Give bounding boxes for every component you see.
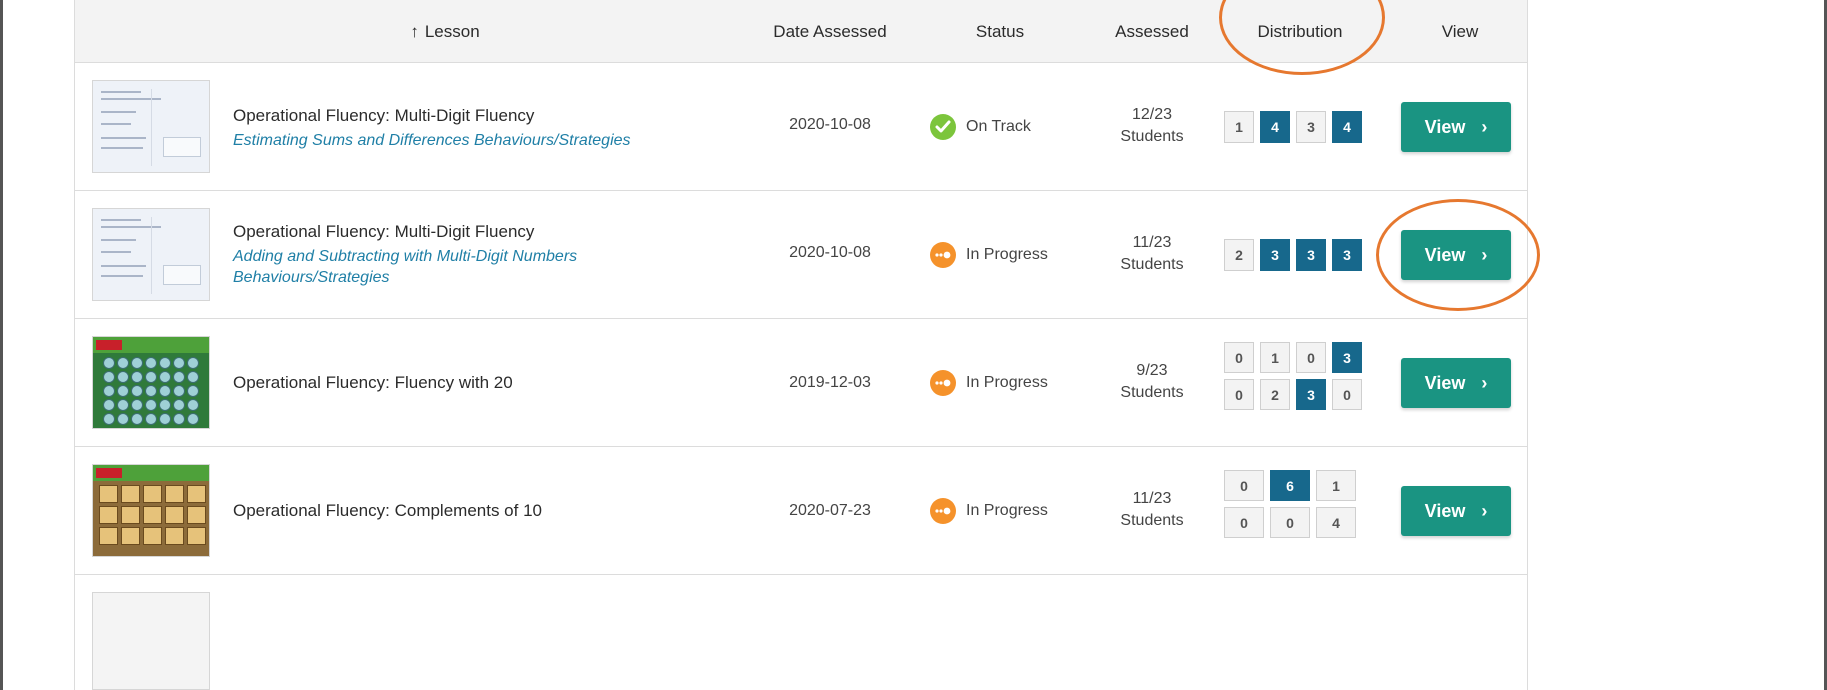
assessed-ratio: 11/23 bbox=[1132, 234, 1172, 251]
lesson-title: Operational Fluency: Fluency with 20 bbox=[233, 373, 513, 392]
lesson-title: Operational Fluency: Multi-Digit Fluency bbox=[233, 222, 535, 241]
chevron-right-icon: › bbox=[1481, 372, 1488, 393]
lessons-table: ↑ Lesson Date Assessed Status Assessed Di… bbox=[74, 0, 1528, 690]
column-header-view: View bbox=[1441, 22, 1479, 41]
distribution-grid: 2 3 3 3 bbox=[1224, 239, 1362, 271]
lesson-thumbnail bbox=[92, 336, 210, 429]
assessed-count: 11/23 Students bbox=[1097, 232, 1207, 276]
progress-dots-icon bbox=[930, 498, 956, 524]
table-row: Operational Fluency: Complements of 10 2… bbox=[75, 447, 1527, 575]
view-button[interactable]: View › bbox=[1401, 102, 1511, 152]
distribution-cell[interactable]: 3 bbox=[1296, 379, 1326, 410]
view-button[interactable]: View › bbox=[1401, 358, 1511, 408]
assessed-count: 9/23 Students bbox=[1097, 360, 1207, 404]
table-row: Operational Fluency: Multi-Digit Fluency… bbox=[75, 63, 1527, 191]
distribution-grid: 0 1 0 3 0 2 3 0 bbox=[1224, 342, 1362, 410]
screenshot-frame: ↑ Lesson Date Assessed Status Assessed Di… bbox=[0, 0, 1827, 690]
progress-dots-icon bbox=[930, 370, 956, 396]
table-row: Operational Fluency: Multi-Digit Fluency… bbox=[75, 191, 1527, 319]
view-button-label: View bbox=[1424, 372, 1466, 393]
date-assessed: 2020-10-08 bbox=[789, 116, 871, 133]
status: On Track bbox=[930, 114, 1031, 140]
sort-up-arrow-icon: ↑ bbox=[410, 22, 419, 41]
distribution-cell[interactable]: 0 bbox=[1224, 342, 1254, 373]
distribution-cell[interactable]: 3 bbox=[1296, 239, 1326, 271]
distribution-cell[interactable]: 2 bbox=[1224, 239, 1254, 271]
annotation-circle-view-button bbox=[1376, 199, 1540, 311]
distribution-cell[interactable]: 1 bbox=[1316, 470, 1356, 501]
chevron-right-icon: › bbox=[1481, 500, 1488, 521]
distribution-cell[interactable]: 6 bbox=[1270, 470, 1310, 501]
status: In Progress bbox=[930, 242, 1048, 268]
assessed-students-label: Students bbox=[1120, 128, 1184, 145]
distribution-cell[interactable]: 4 bbox=[1260, 111, 1290, 143]
lesson-thumbnail bbox=[92, 208, 210, 301]
assessed-students-label: Students bbox=[1120, 512, 1184, 529]
distribution-cell[interactable]: 3 bbox=[1296, 111, 1326, 143]
distribution-cell[interactable]: 3 bbox=[1332, 239, 1362, 271]
distribution-cell[interactable]: 0 bbox=[1224, 379, 1254, 410]
view-button[interactable]: View › bbox=[1401, 486, 1511, 536]
distribution-cell[interactable]: 4 bbox=[1332, 111, 1362, 143]
status-label: In Progress bbox=[966, 502, 1048, 519]
lesson-thumbnail bbox=[92, 592, 210, 690]
distribution-grid: 1 4 3 4 bbox=[1224, 111, 1362, 143]
assessed-ratio: 11/23 bbox=[1132, 490, 1172, 507]
date-assessed: 2020-07-23 bbox=[789, 502, 871, 519]
distribution-cell[interactable]: 4 bbox=[1316, 507, 1356, 538]
status-label: On Track bbox=[966, 118, 1031, 135]
status: In Progress bbox=[930, 370, 1048, 396]
frame-border-left bbox=[0, 0, 3, 690]
status-label: In Progress bbox=[966, 246, 1048, 263]
lesson-thumbnail bbox=[92, 80, 210, 173]
check-icon bbox=[930, 114, 956, 140]
distribution-cell[interactable]: 0 bbox=[1332, 379, 1362, 410]
status-label: In Progress bbox=[966, 374, 1048, 391]
status: In Progress bbox=[930, 498, 1048, 524]
column-header-assessed[interactable]: Assessed bbox=[1097, 0, 1207, 63]
chevron-right-icon: › bbox=[1481, 116, 1488, 137]
column-header-lesson[interactable]: ↑ Lesson bbox=[345, 0, 545, 63]
table-row: Operational Fluency: Fluency with 20 201… bbox=[75, 319, 1527, 447]
distribution-cell[interactable]: 3 bbox=[1332, 342, 1362, 373]
distribution-cell[interactable]: 2 bbox=[1260, 379, 1290, 410]
view-button-label: View bbox=[1424, 116, 1466, 137]
assessed-ratio: 12/23 bbox=[1131, 106, 1173, 123]
assessed-count: 12/23 Students bbox=[1097, 104, 1207, 148]
progress-dots-icon bbox=[930, 242, 956, 268]
lesson-title: Operational Fluency: Complements of 10 bbox=[233, 501, 542, 520]
assessed-count: 11/23 Students bbox=[1097, 488, 1207, 532]
lesson-subtitle-link[interactable]: Adding and Subtracting with Multi-Digit … bbox=[233, 246, 703, 288]
table-row bbox=[75, 575, 1527, 690]
lesson-subtitle-link[interactable]: Estimating Sums and Differences Behaviou… bbox=[233, 130, 703, 151]
lesson-header-label: Lesson bbox=[424, 22, 480, 41]
lesson-thumbnail bbox=[92, 464, 210, 557]
distribution-grid: 0 6 1 0 0 4 bbox=[1224, 470, 1356, 538]
lesson-title: Operational Fluency: Multi-Digit Fluency bbox=[233, 106, 535, 125]
column-header-date-assessed[interactable]: Date Assessed bbox=[755, 0, 905, 63]
distribution-cell[interactable]: 0 bbox=[1224, 507, 1264, 538]
date-assessed: 2020-10-08 bbox=[789, 244, 871, 261]
assessed-ratio: 9/23 bbox=[1136, 362, 1168, 379]
distribution-cell[interactable]: 0 bbox=[1296, 342, 1326, 373]
distribution-cell[interactable]: 1 bbox=[1224, 111, 1254, 143]
distribution-cell[interactable]: 0 bbox=[1224, 470, 1264, 501]
distribution-cell[interactable]: 1 bbox=[1260, 342, 1290, 373]
view-button-label: View bbox=[1424, 500, 1466, 521]
column-header-status[interactable]: Status bbox=[955, 0, 1045, 63]
assessed-students-label: Students bbox=[1120, 384, 1184, 401]
assessed-students-label: Students bbox=[1120, 256, 1184, 273]
distribution-cell[interactable]: 3 bbox=[1260, 239, 1290, 271]
date-assessed: 2019-12-03 bbox=[789, 374, 871, 391]
distribution-cell[interactable]: 0 bbox=[1270, 507, 1310, 538]
